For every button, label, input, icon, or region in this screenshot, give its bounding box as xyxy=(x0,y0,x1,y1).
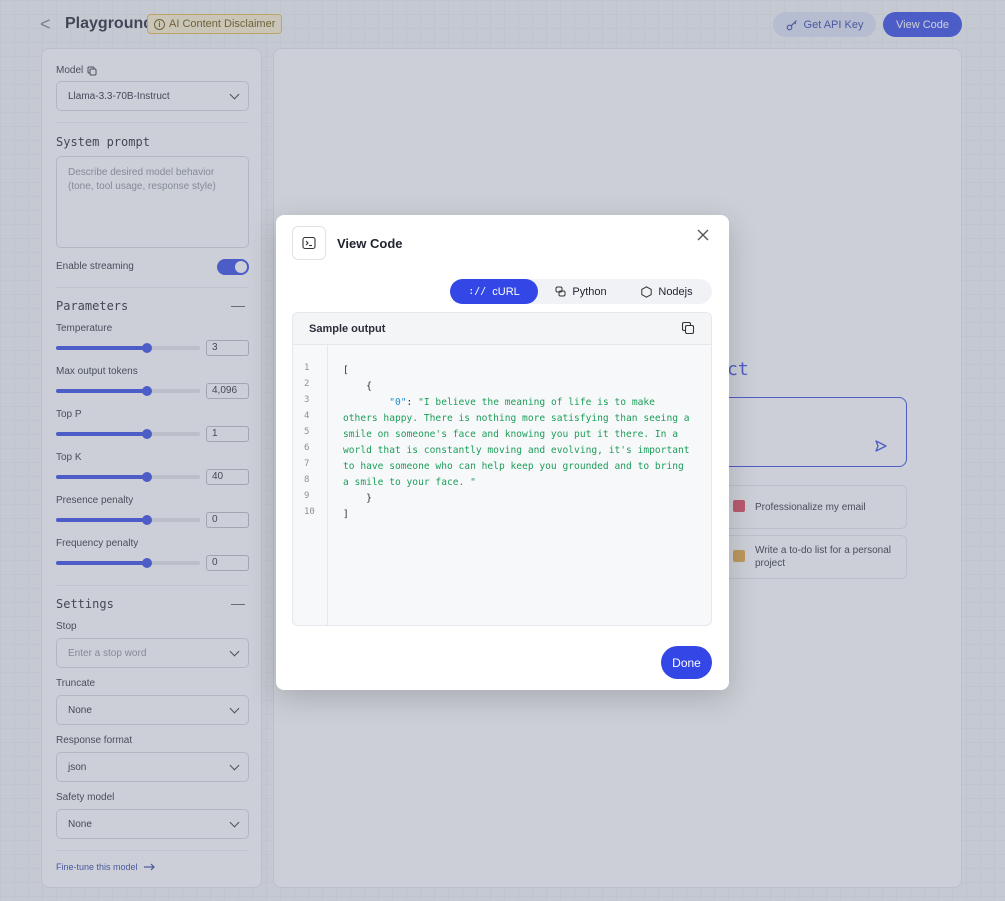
line-number: 5 xyxy=(304,427,310,437)
dialog-title: View Code xyxy=(337,236,403,251)
code-line: { xyxy=(343,381,372,392)
tab-curl-label: cURL xyxy=(492,285,520,298)
code-line: } xyxy=(343,493,372,504)
line-number: 1 xyxy=(304,363,310,373)
line-number: 7 xyxy=(304,459,310,469)
code-panel: Sample output 1 2 3 4 5 6 7 8 9 10 [ { "0": "I be… xyxy=(292,312,712,626)
copy-icon[interactable] xyxy=(681,321,695,335)
line-number: 10 xyxy=(304,507,315,517)
tab-curl[interactable]: :// cURL xyxy=(450,279,538,304)
tab-python-label: Python xyxy=(572,285,607,298)
tab-nodejs-label: Nodejs xyxy=(658,285,693,298)
code-panel-title: Sample output xyxy=(309,323,386,335)
code-line: "0": "I believe the meaning of life is t… xyxy=(343,397,655,408)
close-icon[interactable] xyxy=(694,226,712,244)
code-line: others happy. There is nothing more sati… xyxy=(343,413,690,424)
line-number-gutter: 1 2 3 4 5 6 7 8 9 10 xyxy=(293,345,328,625)
line-number: 6 xyxy=(304,443,310,453)
code-line: ] xyxy=(343,509,349,520)
tab-nodejs[interactable]: Nodejs xyxy=(624,279,710,304)
language-tabs: :// cURL Python Nodejs xyxy=(450,279,712,304)
code-line: smile on someone's face and knowing you … xyxy=(343,429,679,440)
line-number: 4 xyxy=(304,411,310,421)
code-panel-header: Sample output xyxy=(293,313,711,345)
code-line: a smile to your face. " xyxy=(343,477,476,488)
code-line: world that is constantly moving and evol… xyxy=(343,445,690,456)
code-line: to have someone who can help keep you gr… xyxy=(343,461,684,472)
done-button[interactable]: Done xyxy=(661,646,712,679)
line-number: 8 xyxy=(304,475,310,485)
line-number: 3 xyxy=(304,395,310,405)
view-code-dialog: View Code :// cURL Python Nodejs Sample xyxy=(276,215,729,690)
nodejs-icon xyxy=(641,285,653,298)
python-icon xyxy=(555,286,566,297)
curl-icon: :// xyxy=(468,286,487,297)
code-block[interactable]: [ { "0": "I believe the meaning of life … xyxy=(343,363,703,523)
code-line: [ xyxy=(343,365,349,376)
line-number: 9 xyxy=(304,491,310,501)
line-number: 2 xyxy=(304,379,310,389)
tab-python[interactable]: Python xyxy=(540,279,622,304)
terminal-icon xyxy=(292,226,326,260)
